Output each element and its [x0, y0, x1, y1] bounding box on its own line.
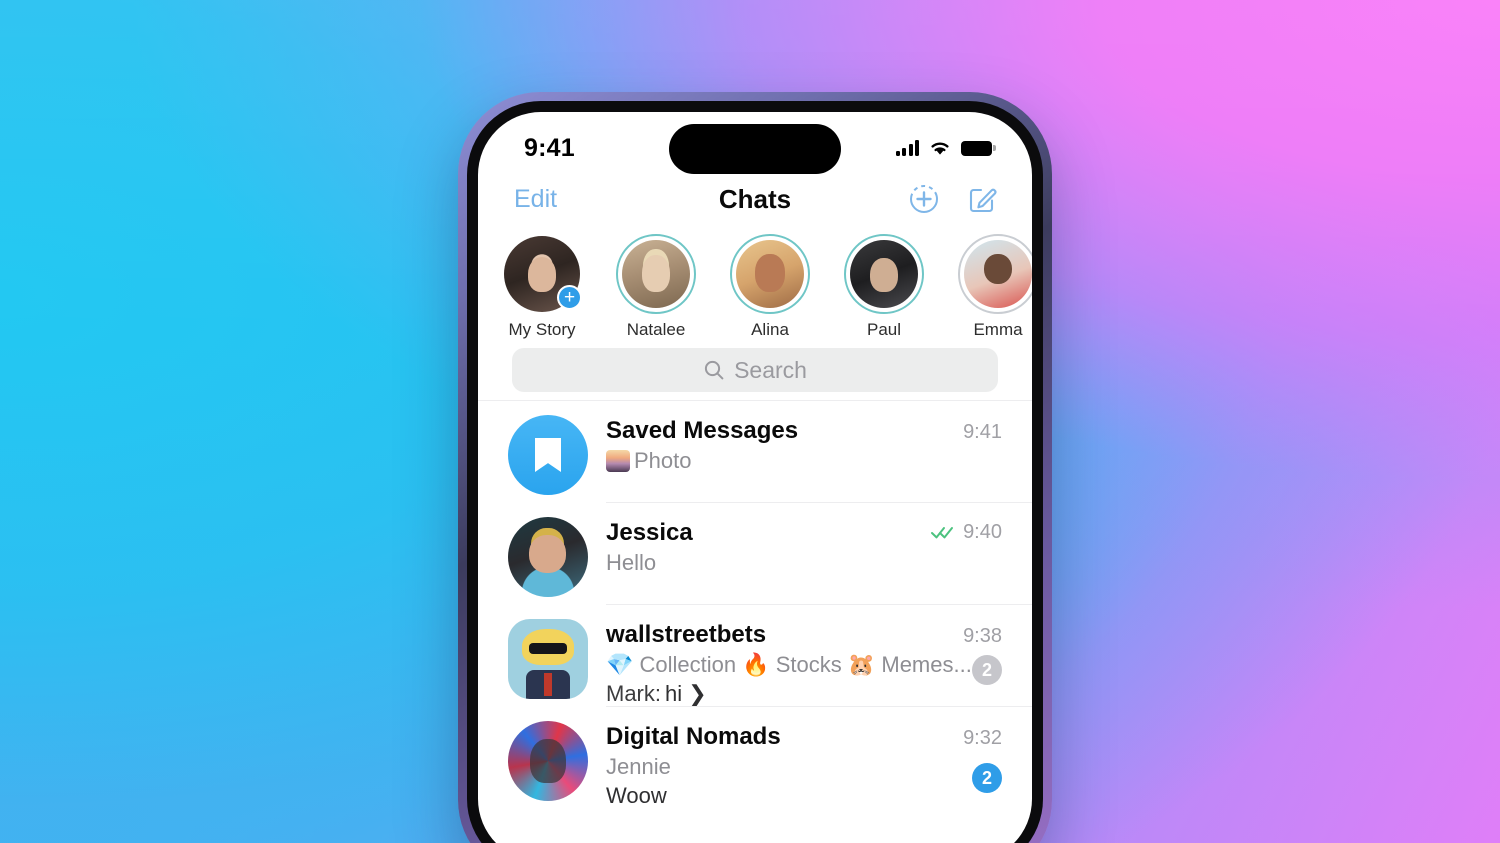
chat-row[interactable]: Jessica 9:40 Hello — [478, 503, 1032, 605]
chat-preview-text: 💎 Collection 🔥 Stocks 🐹 Memes... — [606, 652, 972, 677]
avatar — [736, 240, 804, 308]
story-item-emma[interactable]: Emma — [946, 234, 1032, 340]
story-item-my-story[interactable]: + My Story — [490, 234, 594, 340]
chat-row[interactable]: Saved Messages 9:41 Photo — [478, 401, 1032, 503]
battery-full-icon — [961, 140, 996, 156]
avatar — [622, 240, 690, 308]
chat-avatar — [508, 517, 588, 597]
chat-sender: Mark: — [606, 681, 661, 706]
story-item-natalee[interactable]: Natalee — [604, 234, 708, 340]
chat-preview: Photo — [606, 448, 1002, 474]
chat-body: Digital Nomads 9:32 Jennie Woow — [588, 721, 1002, 809]
chat-second-text: hi ❯ — [665, 681, 707, 706]
chat-header-row: Digital Nomads 9:32 — [606, 723, 1002, 751]
search-placeholder: Search — [734, 356, 807, 383]
phone-frame: 9:41 Edit Chats + My Story Natalee Alina… — [458, 92, 1052, 843]
chat-preview-text: Hello — [606, 550, 657, 575]
story-ring — [730, 234, 810, 314]
search-icon — [704, 360, 724, 380]
chat-avatar — [508, 721, 588, 801]
chat-meta: 9:41 — [953, 421, 1002, 444]
chat-row[interactable]: Digital Nomads 9:32 Jennie Woow 2 — [478, 707, 1032, 809]
stories-row[interactable]: + My Story Natalee Alina Paul Emma — [478, 228, 1032, 344]
status-bar: 9:41 — [478, 112, 1032, 174]
chat-header-row: Jessica 9:40 — [606, 519, 1002, 547]
compose-icon[interactable] — [966, 183, 998, 215]
status-time: 9:41 — [524, 133, 575, 162]
wifi-icon — [931, 142, 949, 155]
chat-time: 9:40 — [963, 520, 1002, 543]
chat-body: Jessica 9:40 Hello — [588, 517, 1002, 605]
chat-second-text: Woow — [606, 783, 667, 808]
chat-title: wallstreetbets — [606, 621, 767, 648]
story-ring — [958, 234, 1032, 314]
unread-badge: 2 — [972, 655, 1002, 685]
add-circle-dashed-icon[interactable] — [908, 183, 940, 215]
chat-list[interactable]: Saved Messages 9:41 Photo Jessica 9:40 Hello w… — [478, 400, 1032, 809]
nav-actions — [908, 183, 998, 215]
story-item-paul[interactable]: Paul — [832, 234, 936, 340]
chat-time: 9:41 — [963, 421, 1002, 443]
chat-title: Saved Messages — [606, 417, 799, 444]
cellular-bars-icon — [895, 140, 919, 156]
story-name: Emma — [973, 320, 1023, 339]
chat-meta: 9:38 — [953, 625, 1002, 648]
chat-second-line: Mark: hi ❯ — [606, 681, 1002, 707]
chat-title: Jessica — [606, 519, 693, 546]
chat-body: wallstreetbets 9:38 💎 Collection 🔥 Stocks … — [588, 619, 1002, 707]
chat-time: 9:32 — [963, 727, 1002, 749]
chat-title: Digital Nomads — [606, 723, 781, 750]
story-name: My Story — [508, 320, 576, 339]
chat-avatar — [508, 415, 588, 495]
story-ring: + — [502, 234, 582, 314]
search-container: Search — [478, 344, 1032, 400]
add-story-icon[interactable]: + — [557, 285, 582, 310]
chat-row[interactable]: wallstreetbets 9:38 💎 Collection 🔥 Stocks … — [478, 605, 1032, 707]
chat-meta: 9:40 — [920, 521, 1002, 544]
story-name: Natalee — [626, 320, 686, 339]
story-name: Alina — [751, 320, 789, 339]
chat-time: 9:38 — [963, 625, 1002, 647]
unread-badge: 2 — [972, 763, 1002, 793]
dynamic-island — [669, 124, 841, 174]
story-ring — [616, 234, 696, 314]
search-input[interactable]: Search — [512, 348, 998, 392]
story-ring — [844, 234, 924, 314]
chat-second-line: Woow — [606, 783, 1002, 809]
saved-messages-icon — [535, 438, 561, 472]
photo-thumbnail-icon — [606, 450, 630, 472]
avatar — [850, 240, 918, 308]
story-item-alina[interactable]: Alina — [718, 234, 822, 340]
phone-bezel: 9:41 Edit Chats + My Story Natalee Alina… — [467, 101, 1043, 843]
chat-avatar — [508, 619, 588, 699]
phone-screen: 9:41 Edit Chats + My Story Natalee Alina… — [478, 112, 1032, 843]
chat-meta: 9:32 — [953, 727, 1002, 750]
chat-preview-text: Photo — [634, 448, 692, 473]
chat-header-row: wallstreetbets 9:38 — [606, 621, 1002, 649]
read-receipt-icon — [931, 527, 954, 539]
chat-preview-text: Jennie — [606, 754, 671, 779]
navigation-bar: Edit Chats — [478, 170, 1032, 228]
chat-preview: 💎 Collection 🔥 Stocks 🐹 Memes... — [606, 652, 1002, 678]
avatar — [964, 240, 1032, 308]
chat-header-row: Saved Messages 9:41 — [606, 417, 1002, 445]
status-indicators — [895, 139, 996, 157]
chat-preview: Jennie — [606, 754, 1002, 780]
chat-preview: Hello — [606, 550, 1002, 576]
chat-body: Saved Messages 9:41 Photo — [588, 415, 1002, 503]
story-name: Paul — [866, 320, 902, 339]
edit-button[interactable]: Edit — [514, 185, 557, 214]
